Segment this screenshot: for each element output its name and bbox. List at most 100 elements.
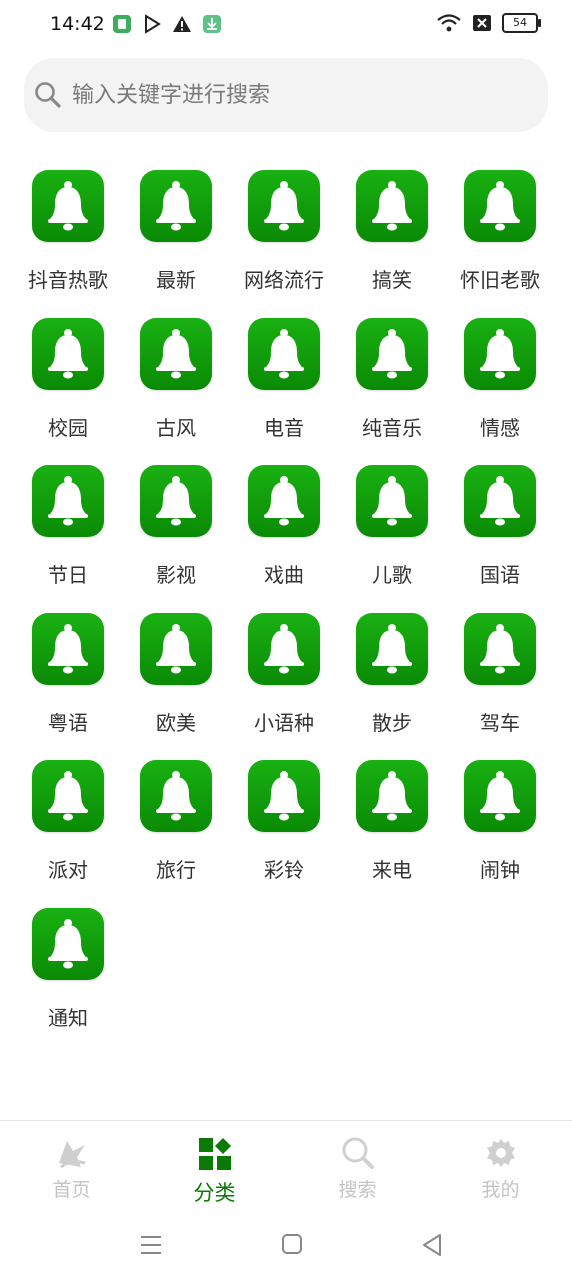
category-item[interactable]: 怀旧老歌 (446, 170, 554, 318)
category-label: 旅行 (156, 858, 196, 882)
category-label: 情感 (480, 415, 520, 440)
bell-icon (32, 760, 104, 832)
category-item[interactable]: 节日 (14, 465, 122, 613)
category-item[interactable]: 古风 (122, 317, 230, 466)
menu-icon[interactable] (138, 1232, 164, 1258)
category-item[interactable]: 散步 (338, 612, 446, 761)
bell-icon (140, 317, 212, 390)
bell-icon (32, 465, 104, 537)
nav-tab-search[interactable]: 搜索 (286, 1121, 429, 1209)
system-nav-bar (0, 1208, 572, 1280)
category-label: 纯音乐 (362, 415, 422, 440)
category-item[interactable]: 抖音热歌 (14, 170, 122, 318)
category-grid: 抖音热歌 最新 网络流行 搞笑 怀旧老歌 校园 古风 电音 纯音乐 情感 节日 … (14, 170, 558, 1055)
category-item[interactable]: 通知 (14, 907, 122, 1056)
category-item[interactable]: 闹钟 (446, 760, 554, 908)
category-label: 校园 (48, 415, 88, 440)
category-item[interactable]: 儿歌 (338, 465, 446, 613)
bell-icon (464, 317, 536, 390)
nav-label: 搜索 (338, 1179, 377, 1201)
bell-icon (464, 465, 536, 537)
bell-icon (356, 317, 428, 390)
category-item[interactable]: 影视 (122, 465, 230, 613)
bell-icon (32, 170, 104, 242)
category-label: 粤语 (48, 710, 88, 735)
battery-indicator: 54 (502, 13, 541, 33)
bell-icon (356, 760, 428, 832)
category-item[interactable]: 网络流行 (230, 170, 338, 318)
category-label: 搞笑 (372, 268, 412, 292)
category-label: 散步 (372, 710, 412, 735)
bell-icon (464, 170, 536, 242)
category-item[interactable]: 校园 (14, 317, 122, 466)
category-label: 小语种 (254, 710, 314, 735)
category-item[interactable]: 最新 (122, 170, 230, 318)
category-label: 欧美 (156, 710, 196, 735)
category-label: 抖音热歌 (28, 268, 108, 292)
category-label: 国语 (480, 563, 520, 587)
bell-icon (32, 907, 104, 980)
category-label: 节日 (48, 563, 88, 587)
download-icon (202, 14, 222, 34)
category-label: 彩铃 (264, 858, 304, 882)
nav-tab-home[interactable]: 首页 (0, 1121, 143, 1209)
status-time: 14:42 (50, 13, 105, 35)
sim-off-icon (472, 13, 492, 33)
category-label: 古风 (156, 415, 196, 440)
app-notification-icon (112, 14, 132, 34)
play-store-icon (142, 14, 162, 34)
category-item[interactable]: 欧美 (122, 612, 230, 761)
category-item[interactable]: 国语 (446, 465, 554, 613)
bell-icon (140, 170, 212, 242)
bell-icon (464, 612, 536, 685)
back-icon[interactable] (420, 1232, 446, 1258)
category-label: 怀旧老歌 (460, 268, 540, 292)
bell-icon (140, 612, 212, 685)
bell-icon (248, 465, 320, 537)
category-label: 最新 (156, 268, 196, 292)
bell-icon (464, 760, 536, 832)
search-icon (34, 81, 62, 109)
bell-icon (356, 612, 428, 685)
nav-label: 首页 (52, 1179, 91, 1201)
bell-icon (248, 612, 320, 685)
category-label: 影视 (156, 563, 196, 587)
home-square-icon[interactable] (280, 1232, 306, 1258)
bell-icon (356, 465, 428, 537)
nav-tab-mine[interactable]: 我的 (429, 1121, 572, 1209)
wifi-icon (436, 13, 462, 33)
category-item[interactable]: 旅行 (122, 760, 230, 908)
category-item[interactable]: 小语种 (230, 612, 338, 761)
category-item[interactable]: 粤语 (14, 612, 122, 761)
nav-label: 我的 (481, 1179, 520, 1201)
search-icon (341, 1137, 375, 1173)
bottom-nav: 首页 分类 搜索 我的 (0, 1120, 572, 1209)
category-label: 通知 (48, 1005, 88, 1030)
search-bar[interactable] (24, 58, 548, 132)
category-item[interactable]: 纯音乐 (338, 317, 446, 466)
home-icon (55, 1137, 89, 1173)
nav-label: 分类 (193, 1181, 236, 1205)
status-bar: 14:42 54 (0, 0, 572, 52)
bell-icon (32, 317, 104, 390)
category-item[interactable]: 驾车 (446, 612, 554, 761)
bell-icon (356, 170, 428, 242)
category-label: 来电 (372, 858, 412, 882)
category-item[interactable]: 彩铃 (230, 760, 338, 908)
nav-tab-category[interactable]: 分类 (143, 1121, 286, 1209)
search-input[interactable] (70, 81, 514, 109)
warning-icon (172, 14, 192, 34)
bell-icon (140, 465, 212, 537)
category-label: 儿歌 (372, 563, 412, 587)
category-item[interactable]: 情感 (446, 317, 554, 466)
bell-icon (248, 170, 320, 242)
category-label: 驾车 (480, 710, 520, 735)
bell-icon (140, 760, 212, 832)
category-item[interactable]: 派对 (14, 760, 122, 908)
category-item[interactable]: 来电 (338, 760, 446, 908)
category-label: 网络流行 (244, 268, 324, 292)
category-item[interactable]: 搞笑 (338, 170, 446, 318)
category-item[interactable]: 电音 (230, 317, 338, 466)
category-label: 派对 (48, 858, 88, 882)
category-item[interactable]: 戏曲 (230, 465, 338, 613)
